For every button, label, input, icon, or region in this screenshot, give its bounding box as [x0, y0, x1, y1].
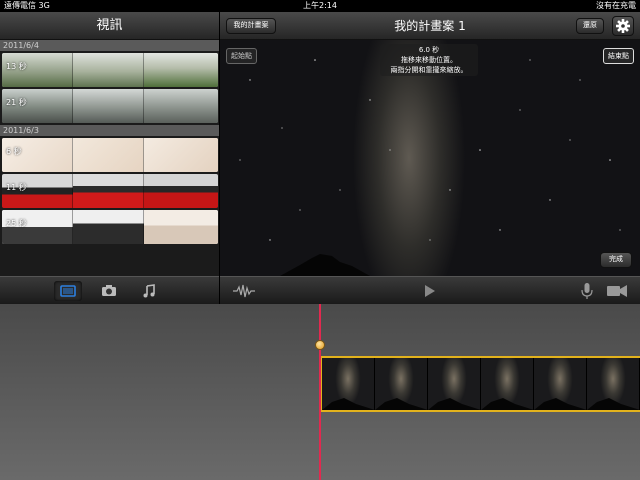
clip-silhouette: [322, 398, 640, 410]
music-icon: [143, 284, 155, 298]
charging-status: 沒有在充電: [596, 1, 636, 10]
info-line-2: 兩指分開和靠攏來縮放。: [390, 66, 468, 74]
browser-title: 視訊: [0, 12, 219, 40]
info-line-1: 拖移來移動位置。: [401, 56, 457, 64]
clip-duration: 21 秒: [6, 98, 27, 107]
video-camera-icon[interactable]: [606, 283, 628, 299]
microphone-icon[interactable]: [580, 282, 594, 300]
playhead[interactable]: [319, 304, 321, 480]
start-marker-label[interactable]: 起始點: [226, 48, 257, 64]
tab-video[interactable]: [54, 281, 82, 301]
project-timeline[interactable]: [0, 304, 640, 480]
clip-duration: 13 秒: [6, 62, 27, 71]
tab-photos[interactable]: [95, 281, 123, 301]
done-button[interactable]: 完成: [600, 252, 632, 268]
clip-duration: 25 秒: [6, 219, 27, 228]
camera-icon: [102, 285, 116, 296]
video-preview[interactable]: 起始點 結束點 6.0 秒 拖移來移動位置。 兩指分開和靠攏來縮放。 完成: [220, 40, 640, 276]
date-header: 2011/6/3: [0, 125, 219, 136]
video-clip[interactable]: 13 秒: [2, 53, 218, 87]
video-icon: [60, 285, 76, 297]
tab-audio[interactable]: [136, 281, 164, 301]
status-bar: 遠傳電信 3G 上午2:14 沒有在充電: [0, 0, 640, 12]
end-marker-label[interactable]: 結束點: [603, 48, 634, 64]
play-icon[interactable]: [422, 283, 438, 299]
video-clip[interactable]: 25 秒: [2, 210, 218, 244]
video-clip[interactable]: 11 秒: [2, 174, 218, 208]
ken-burns-info: 6.0 秒 拖移來移動位置。 兩指分開和靠攏來縮放。: [380, 44, 478, 76]
gear-icon: [616, 19, 630, 33]
playhead-knob[interactable]: [315, 340, 325, 350]
date-header: 2011/6/4: [0, 40, 219, 51]
timeline-clip[interactable]: [320, 356, 640, 412]
undo-button[interactable]: 還原: [576, 18, 604, 34]
video-clip[interactable]: 6 秒: [2, 138, 218, 172]
settings-button[interactable]: [612, 16, 634, 36]
info-duration: 6.0 秒: [418, 46, 440, 54]
playback-controls: [220, 276, 640, 304]
media-browser: 視訊 2011/6/4 13 秒 21 秒 2011/6/3 6 秒 11 秒 …: [0, 12, 219, 304]
project-viewer: 我的計畫案 我的計畫案 1 還原 起始點 結束點 6.0 秒 拖移來移動位置。 …: [220, 12, 640, 304]
clip-duration: 11 秒: [6, 183, 27, 192]
project-toolbar: 我的計畫案 我的計畫案 1 還原: [220, 12, 640, 40]
media-tab-bar: [0, 276, 219, 304]
clock: 上午2:14: [303, 1, 337, 10]
clip-duration: 6 秒: [6, 147, 22, 156]
waveform-icon[interactable]: [232, 283, 256, 299]
video-clip[interactable]: 21 秒: [2, 89, 218, 123]
